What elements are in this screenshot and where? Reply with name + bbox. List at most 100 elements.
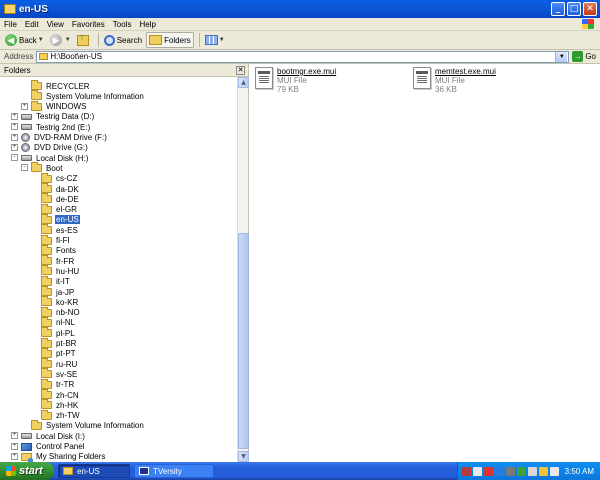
taskbar-item-en-us[interactable]: en-US	[58, 464, 130, 478]
folder-icon	[41, 183, 52, 193]
tversity-icon	[139, 467, 149, 475]
expand-icon[interactable]: +	[11, 112, 18, 120]
close-pane-button[interactable]: ✕	[236, 65, 245, 75]
address-input[interactable]: H:\Boot\en-US ▼	[36, 50, 570, 63]
folders-icon	[149, 35, 163, 45]
views-button[interactable]: ▼	[203, 32, 227, 48]
title-bar[interactable]: en-US _ □ ✕	[0, 0, 600, 18]
folder-icon	[31, 419, 42, 430]
tree-item[interactable]: + Testrig 2nd (E:)	[11, 122, 91, 132]
collapse-icon[interactable]: -	[21, 164, 28, 172]
address-label: Address	[4, 52, 34, 61]
tree-item-label: My Sharing Folders	[36, 452, 106, 462]
file-item[interactable]: memtest.exe.mui MUI File 36 KB	[413, 67, 496, 94]
tray-icon[interactable]	[461, 466, 471, 476]
up-button[interactable]	[75, 32, 93, 48]
tray-icon[interactable]	[538, 466, 548, 476]
chevron-down-icon[interactable]: ▼	[219, 37, 225, 43]
folders-label: Folders	[164, 35, 191, 45]
menu-favorites[interactable]: Favorites	[68, 20, 109, 29]
file-size: 36 KB	[435, 85, 457, 94]
folder-icon	[41, 306, 52, 317]
tray-icon[interactable]	[472, 466, 482, 476]
drive-icon	[21, 113, 32, 120]
toolbar-separator	[198, 33, 200, 47]
volume-icon[interactable]	[549, 466, 559, 476]
tray-icon[interactable]	[494, 466, 504, 476]
expand-icon[interactable]: +	[11, 123, 18, 131]
tree-item-label: fi-FI	[56, 236, 70, 245]
tree-item-label: Local Disk (I:)	[36, 431, 85, 441]
folder-icon	[41, 193, 52, 204]
drive-icon	[21, 155, 32, 162]
expand-icon[interactable]: +	[11, 133, 18, 141]
tree-item[interactable]: System Volume Information	[31, 419, 145, 431]
forward-arrow-icon: ▶	[49, 34, 62, 46]
tree-item[interactable]: zh-TW	[41, 409, 81, 421]
menu-help[interactable]: Help	[135, 20, 159, 29]
folders-pane: Folders ✕ RECYCLER System Volume Informat…	[0, 64, 249, 462]
tree-item-label: pl-PL	[56, 328, 75, 338]
back-button[interactable]: ◀ Back ▼	[3, 32, 46, 48]
folder-icon	[41, 378, 52, 389]
search-button[interactable]: Search	[102, 32, 144, 48]
tree-item-label: en-US	[55, 215, 80, 225]
toolbar-separator	[97, 33, 99, 47]
tree-item-label: da-DK	[56, 184, 79, 194]
tree-item-label: System Volume Information	[46, 421, 144, 431]
folder-icon	[41, 327, 52, 338]
collapse-icon[interactable]: -	[11, 154, 18, 162]
maximize-button[interactable]: □	[567, 2, 581, 16]
tree-item[interactable]: + WINDOWS	[21, 100, 87, 112]
tree-item[interactable]: + Local Disk (I:)	[11, 431, 86, 441]
scrollbar-thumb[interactable]	[238, 233, 249, 449]
tree-item[interactable]: System Volume Information	[31, 90, 145, 101]
back-label: Back	[19, 35, 37, 45]
menu-edit[interactable]: Edit	[21, 20, 43, 29]
tree-item-label: pt-PT	[56, 349, 76, 359]
folder-icon	[41, 203, 52, 214]
vertical-scrollbar[interactable]: ▲ ▼	[237, 77, 249, 462]
tray-icon[interactable]	[516, 466, 526, 476]
go-button[interactable]: → Go	[569, 51, 600, 62]
folders-button[interactable]: Folders	[146, 32, 194, 48]
tree-item[interactable]: + Testrig Data (D:)	[11, 112, 95, 122]
chevron-down-icon[interactable]: ▼	[65, 37, 71, 43]
start-button[interactable]: start	[0, 462, 54, 480]
menu-tools[interactable]: Tools	[109, 20, 136, 29]
scroll-up-button[interactable]: ▲	[238, 77, 249, 88]
sharing-folder-icon	[21, 452, 33, 462]
tray-icon[interactable]	[527, 466, 537, 476]
scroll-down-button[interactable]: ▼	[238, 451, 249, 462]
clock[interactable]: 3:50 AM	[565, 467, 594, 476]
expand-icon[interactable]: +	[11, 432, 18, 440]
tree-item[interactable]: + DVD Drive (G:)	[11, 143, 89, 153]
folder-icon	[41, 213, 52, 224]
address-value[interactable]: H:\Boot\en-US	[50, 52, 555, 61]
tree-item[interactable]: + Control Panel	[11, 442, 85, 452]
minimize-button[interactable]: _	[551, 2, 565, 16]
taskbar-item-tversity[interactable]: TVersity	[134, 464, 214, 478]
address-bar: Address H:\Boot\en-US ▼ → Go	[0, 50, 600, 64]
menu-view[interactable]: View	[43, 20, 68, 29]
expand-icon[interactable]: +	[21, 102, 28, 110]
tray-icon[interactable]	[483, 466, 493, 476]
tray-icon[interactable]	[505, 466, 515, 476]
tree-item[interactable]: + My Sharing Folders	[11, 452, 106, 462]
tree-item[interactable]: RECYCLER	[31, 80, 91, 91]
expand-icon[interactable]: +	[11, 452, 18, 460]
tree-item-label: RECYCLER	[46, 81, 90, 91]
menu-file[interactable]: File	[0, 20, 21, 29]
file-item[interactable]: bootmgr.exe.mui MUI File 79 KB	[255, 67, 336, 94]
forward-button[interactable]: ▶ ▼	[48, 32, 73, 48]
chevron-down-icon[interactable]: ▼	[38, 37, 44, 43]
expand-icon[interactable]: +	[11, 143, 18, 151]
folder-icon	[41, 389, 52, 399]
tree-item-label: de-DE	[56, 194, 79, 204]
close-button[interactable]: ✕	[583, 2, 597, 16]
address-dropdown-button[interactable]: ▼	[555, 51, 568, 62]
expand-icon[interactable]: +	[11, 442, 18, 450]
tree-item-label: sv-SE	[56, 369, 78, 379]
tree-item[interactable]: + DVD-RAM Drive (F:)	[11, 133, 108, 143]
folder-up-icon	[76, 32, 89, 46]
